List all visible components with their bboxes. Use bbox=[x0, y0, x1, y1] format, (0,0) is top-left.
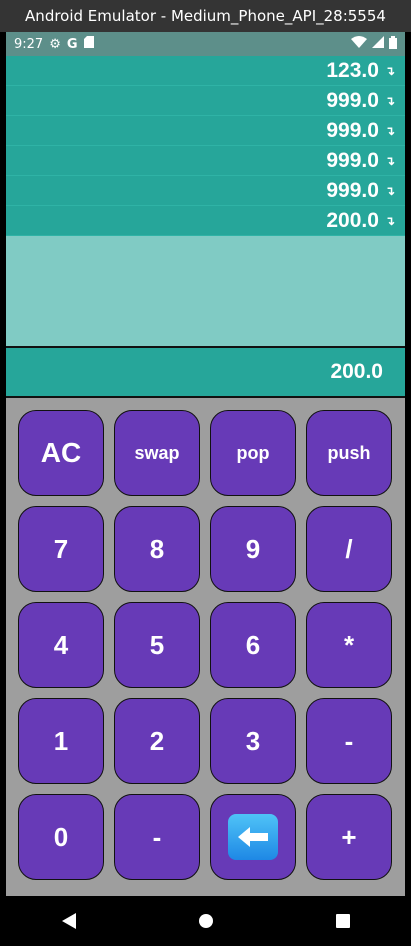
stack-item-value: 123.0 bbox=[326, 58, 379, 82]
digit-0-button[interactable]: 0 bbox=[18, 794, 104, 880]
back-icon[interactable] bbox=[49, 901, 89, 941]
add-button[interactable]: + bbox=[306, 794, 392, 880]
home-icon[interactable] bbox=[186, 901, 226, 941]
status-bar: 9:27 ⚙ G bbox=[6, 32, 405, 56]
arrow-down-right-icon: ↴ bbox=[384, 213, 395, 228]
arrow-down-right-icon: ↴ bbox=[384, 123, 395, 138]
push-button[interactable]: push bbox=[306, 410, 392, 496]
stack-empty-area bbox=[6, 236, 405, 346]
result-display: 200.0 bbox=[6, 348, 405, 396]
recents-icon[interactable] bbox=[323, 901, 363, 941]
stack-item-value: 200.0 bbox=[326, 208, 379, 232]
arrow-down-right-icon: ↴ bbox=[384, 183, 395, 198]
stack-item: 999.0 ↴ bbox=[6, 116, 405, 146]
wifi-icon bbox=[351, 36, 367, 52]
stack-item-value: 999.0 bbox=[326, 178, 379, 202]
subtract-button[interactable]: - bbox=[306, 698, 392, 784]
backspace-button[interactable] bbox=[210, 794, 296, 880]
stack-item: 999.0 ↴ bbox=[6, 176, 405, 206]
digit-4-button[interactable]: 4 bbox=[18, 602, 104, 688]
divide-button[interactable]: / bbox=[306, 506, 392, 592]
google-g-icon: G bbox=[66, 36, 78, 52]
stack-item: 999.0 ↴ bbox=[6, 86, 405, 116]
digit-2-button[interactable]: 2 bbox=[114, 698, 200, 784]
signal-icon bbox=[372, 36, 384, 52]
sd-card-icon bbox=[83, 36, 94, 52]
stack-item: 200.0 ↴ bbox=[6, 206, 405, 236]
calculator-app: 123.0 ↴ 999.0 ↴ 999.0 ↴ 999.0 ↴ 999.0 ↴ … bbox=[6, 56, 405, 896]
digit-5-button[interactable]: 5 bbox=[114, 602, 200, 688]
digit-9-button[interactable]: 9 bbox=[210, 506, 296, 592]
digit-3-button[interactable]: 3 bbox=[210, 698, 296, 784]
stack-item-value: 999.0 bbox=[326, 148, 379, 172]
digit-6-button[interactable]: 6 bbox=[210, 602, 296, 688]
stack-item: 123.0 ↴ bbox=[6, 56, 405, 86]
pop-button[interactable]: pop bbox=[210, 410, 296, 496]
negate-button[interactable]: - bbox=[114, 794, 200, 880]
backspace-arrow-icon bbox=[228, 814, 278, 860]
digit-8-button[interactable]: 8 bbox=[114, 506, 200, 592]
gear-icon: ⚙ bbox=[49, 36, 61, 52]
arrow-down-right-icon: ↴ bbox=[384, 63, 395, 78]
all-clear-button[interactable]: AC bbox=[18, 410, 104, 496]
status-time: 9:27 bbox=[14, 36, 44, 52]
multiply-button[interactable]: * bbox=[306, 602, 392, 688]
system-nav-bar bbox=[0, 896, 411, 946]
stack-item: 999.0 ↴ bbox=[6, 146, 405, 176]
stack-list: 123.0 ↴ 999.0 ↴ 999.0 ↴ 999.0 ↴ 999.0 ↴ … bbox=[6, 56, 405, 236]
stack-item-value: 999.0 bbox=[326, 118, 379, 142]
arrow-down-right-icon: ↴ bbox=[384, 93, 395, 108]
keypad: AC swap pop push 7 8 9 / 4 5 6 * 1 2 3 -… bbox=[6, 398, 405, 896]
arrow-down-right-icon: ↴ bbox=[384, 153, 395, 168]
stack-item-value: 999.0 bbox=[326, 88, 379, 112]
digit-7-button[interactable]: 7 bbox=[18, 506, 104, 592]
digit-1-button[interactable]: 1 bbox=[18, 698, 104, 784]
window-title: Android Emulator - Medium_Phone_API_28:5… bbox=[0, 0, 411, 32]
swap-button[interactable]: swap bbox=[114, 410, 200, 496]
battery-icon bbox=[389, 35, 397, 53]
